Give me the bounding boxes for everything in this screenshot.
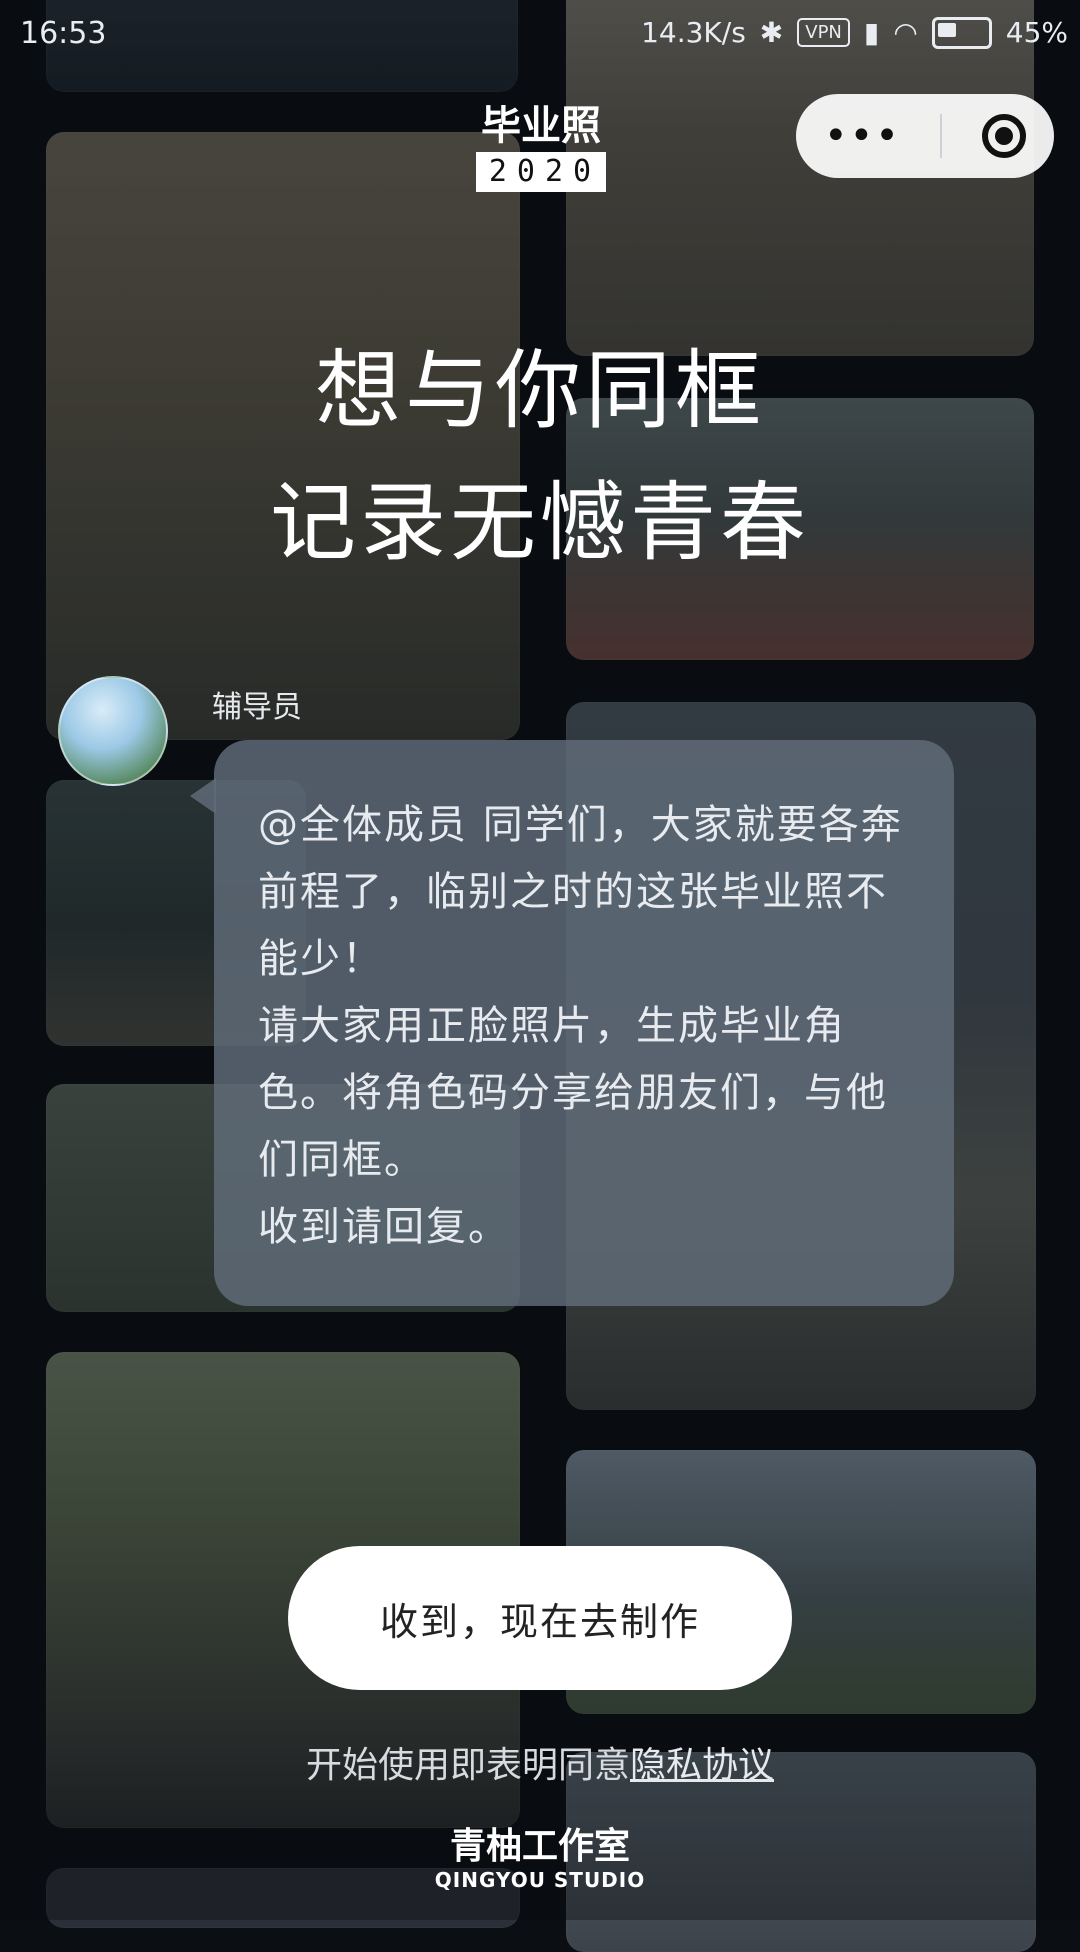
message-text: @全体成员 同学们，大家就要各奔前程了，临别之时的这张毕业照不能少！ 请大家用正… (258, 802, 903, 1250)
bubble-tail (190, 778, 216, 814)
battery-icon (931, 16, 992, 49)
app-logo: 毕业照 2020 (476, 104, 606, 192)
network-speed: 14.3K/s (641, 16, 746, 49)
logo-title: 毕业照 (481, 103, 601, 149)
status-indicators: 14.3K/s ✱ VPN ▮ ◠ 45% (641, 16, 1068, 49)
battery-percent: 45% (1005, 16, 1068, 49)
privacy-policy-link[interactable]: 隐私协议 (630, 1745, 774, 1786)
studio-name-cn: 青柚工作室 (449, 1826, 630, 1867)
capsule-divider (940, 114, 943, 158)
vpn-badge: VPN (797, 18, 850, 47)
start-create-button[interactable]: 收到，现在去制作 (288, 1546, 792, 1690)
headline-line-2: 记录无憾青春 (270, 473, 810, 573)
more-menu-button[interactable]: ••• (824, 116, 901, 156)
studio-name-en: QINGYOU STUDIO (434, 1868, 646, 1892)
bluetooth-icon: ✱ (759, 16, 784, 49)
message-bubble: @全体成员 同学们，大家就要各奔前程了，临别之时的这张毕业照不能少！ 请大家用正… (214, 740, 954, 1306)
agreement-text: 开始使用即表明同意 (305, 1745, 630, 1786)
headline-line-1: 想与你同框 (315, 341, 765, 441)
signal-icon: ▮ (863, 16, 880, 49)
status-time: 16:53 (20, 16, 107, 51)
miniprogram-capsule: ••• (796, 94, 1054, 178)
sender-avatar (58, 676, 168, 786)
wifi-icon: ◠ (893, 16, 918, 49)
status-bar: 16:53 14.3K/s ✱ VPN ▮ ◠ 45% (0, 0, 1080, 72)
logo-year: 2020 (476, 152, 606, 192)
close-target-icon[interactable] (982, 114, 1026, 158)
privacy-agreement: 开始使用即表明同意隐私协议 (0, 1736, 1080, 1788)
studio-footer: 青柚工作室 QINGYOU STUDIO (0, 1826, 1080, 1892)
sender-name: 辅导员 (212, 690, 302, 725)
